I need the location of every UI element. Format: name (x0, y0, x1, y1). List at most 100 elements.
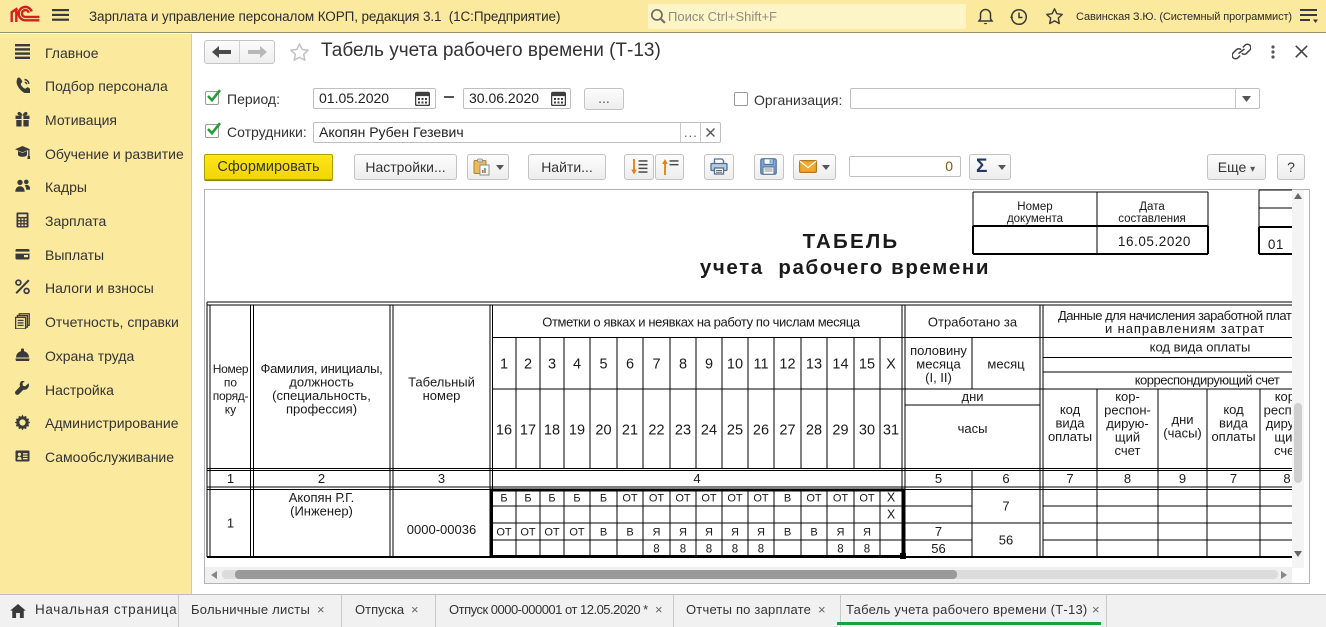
svg-text:оплаты: оплаты (1211, 429, 1255, 444)
svg-text:1: 1 (227, 516, 234, 531)
svg-text:25: 25 (727, 423, 743, 439)
svg-text:корреспондирующий счет: корреспондирующий счет (1135, 373, 1280, 388)
svg-text:оплаты: оплаты (1048, 429, 1092, 444)
svg-text:8: 8 (706, 544, 712, 556)
svg-text:16.05.2020: 16.05.2020 (1118, 234, 1191, 249)
svg-text:счет: счет (1274, 443, 1292, 458)
svg-text:14: 14 (832, 357, 848, 373)
svg-text:29: 29 (832, 423, 848, 439)
svg-text:ку: ку (225, 403, 236, 417)
svg-text:Я: Я (705, 527, 713, 539)
svg-text:ТАБЕЛЬ: ТАБЕЛЬ (803, 230, 900, 253)
svg-text:6: 6 (1002, 471, 1009, 486)
svg-text:ОТ: ОТ (753, 493, 769, 505)
svg-text:1: 1 (227, 471, 234, 486)
svg-text:3: 3 (438, 471, 445, 486)
svg-text:и направлениям затрат: и направлениям затрат (1105, 321, 1265, 336)
svg-text:документа: документа (1007, 213, 1064, 225)
svg-text:22: 22 (648, 423, 664, 439)
svg-text:Отработано за: Отработано за (928, 315, 1018, 330)
svg-text:8: 8 (1124, 471, 1131, 486)
svg-text:8: 8 (680, 544, 686, 556)
svg-text:ОТ: ОТ (859, 493, 875, 505)
svg-text:01: 01 (1268, 237, 1284, 252)
svg-text:8: 8 (837, 544, 843, 556)
svg-text:код вида оплаты: код вида оплаты (1150, 340, 1251, 355)
svg-text:10: 10 (727, 357, 743, 373)
svg-text:X: X (887, 491, 896, 505)
svg-text:Я: Я (679, 527, 687, 539)
svg-text:8: 8 (864, 544, 870, 556)
svg-text:4: 4 (693, 471, 700, 486)
svg-text:7: 7 (1002, 499, 1009, 514)
svg-text:ОТ: ОТ (569, 527, 585, 539)
svg-text:27: 27 (779, 423, 795, 439)
svg-text:Номер: Номер (1017, 201, 1052, 213)
svg-text:ОТ: ОТ (701, 493, 717, 505)
svg-text:15: 15 (859, 357, 875, 373)
svg-text:7: 7 (935, 524, 942, 539)
svg-text:ОТ: ОТ (622, 493, 638, 505)
svg-text:2: 2 (318, 471, 325, 486)
svg-text:ОТ: ОТ (833, 493, 849, 505)
svg-text:Я: Я (731, 527, 739, 539)
svg-text:7: 7 (652, 357, 660, 373)
svg-text:ОТ: ОТ (806, 493, 822, 505)
svg-text:9: 9 (705, 357, 713, 373)
svg-text:8: 8 (679, 357, 687, 373)
svg-text:Отметки о явках и неявках на р: Отметки о явках и неявках на работу по ч… (542, 315, 861, 330)
svg-text:часы: часы (958, 421, 988, 436)
svg-text:Б: Б (524, 493, 531, 505)
svg-text:2: 2 (524, 357, 532, 373)
svg-text:X: X (887, 508, 896, 522)
svg-text:Дата: Дата (1139, 201, 1165, 213)
svg-text:(часы): (часы) (1163, 426, 1202, 441)
svg-text:Б: Б (600, 493, 607, 505)
svg-text:26: 26 (753, 423, 769, 439)
svg-text:ОТ: ОТ (544, 527, 560, 539)
svg-text:1: 1 (500, 357, 508, 373)
svg-text:В: В (626, 527, 633, 539)
svg-text:составления: составления (1118, 213, 1186, 225)
svg-text:поряд-: поряд- (213, 389, 249, 403)
svg-text:(I, II): (I, II) (925, 370, 952, 385)
svg-text:8: 8 (1283, 471, 1290, 486)
svg-text:19: 19 (569, 423, 585, 439)
svg-text:13: 13 (806, 357, 822, 373)
svg-text:номер: номер (423, 388, 461, 403)
svg-text:профессия): профессия) (286, 402, 357, 417)
svg-text:ОТ: ОТ (675, 493, 691, 505)
svg-text:4: 4 (573, 357, 581, 373)
svg-text:0000-00036: 0000-00036 (407, 522, 476, 537)
svg-text:28: 28 (806, 423, 822, 439)
svg-text:24: 24 (701, 423, 717, 439)
svg-text:В: В (600, 527, 607, 539)
svg-text:8: 8 (758, 544, 764, 556)
svg-text:ОТ: ОТ (520, 527, 536, 539)
svg-text:Номер: Номер (213, 362, 249, 376)
svg-text:Я: Я (757, 527, 765, 539)
svg-text:Б: Б (500, 493, 507, 505)
svg-text:23: 23 (675, 423, 691, 439)
svg-text:18: 18 (544, 423, 560, 439)
svg-text:16: 16 (496, 423, 512, 439)
svg-text:ОТ: ОТ (496, 527, 512, 539)
svg-text:5: 5 (935, 471, 942, 486)
svg-text:5: 5 (599, 357, 607, 373)
svg-text:X: X (886, 357, 896, 373)
svg-text:В: В (784, 527, 791, 539)
svg-text:31: 31 (883, 423, 899, 439)
svg-text:3: 3 (548, 357, 556, 373)
svg-text:17: 17 (520, 423, 536, 439)
svg-text:9: 9 (1179, 471, 1186, 486)
svg-text:(Инженер): (Инженер) (290, 504, 353, 519)
svg-text:12: 12 (779, 357, 795, 373)
svg-text:20: 20 (595, 423, 611, 439)
svg-text:счет: счет (1115, 443, 1141, 458)
svg-text:Б: Б (573, 493, 580, 505)
svg-text:В: В (810, 527, 817, 539)
svg-text:30: 30 (859, 423, 875, 439)
svg-text:7: 7 (1066, 471, 1073, 486)
svg-text:ОТ: ОТ (649, 493, 665, 505)
svg-text:Я: Я (837, 527, 845, 539)
